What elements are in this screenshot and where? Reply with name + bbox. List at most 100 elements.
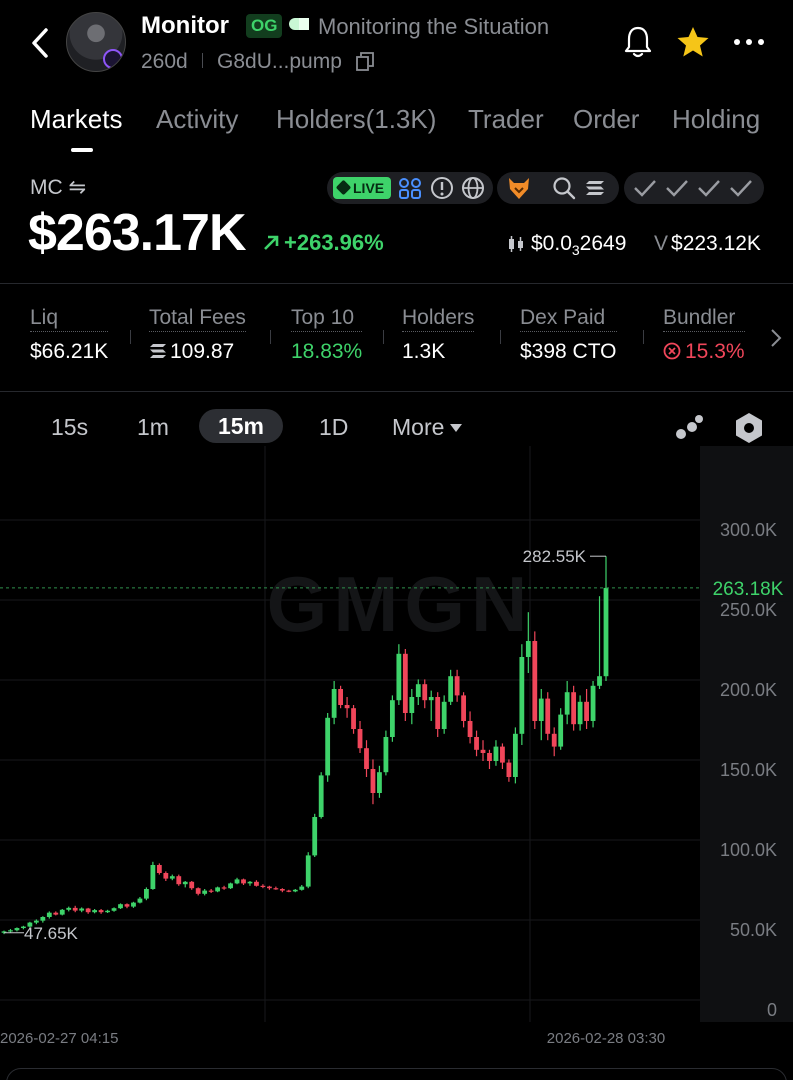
low-marker-label: 47.65K [24, 924, 79, 943]
candle-body [545, 698, 551, 734]
candle-body [66, 907, 72, 910]
token-avatar[interactable] [66, 12, 126, 72]
candle-body [234, 879, 240, 884]
more-dots-icon[interactable] [733, 38, 765, 46]
candle-body [402, 653, 408, 713]
indicators-icon[interactable] [674, 414, 706, 442]
tab-holders[interactable]: Holders(1.3K) [276, 104, 436, 135]
candle-body [299, 886, 305, 890]
stat-top-10[interactable]: Top 10 18.83% [291, 306, 363, 364]
globe-icon[interactable] [460, 175, 486, 201]
candle-body [338, 689, 344, 705]
bell-icon[interactable] [622, 25, 654, 59]
stat-dex-paid[interactable]: Dex Paid $398 CTO [520, 306, 617, 364]
grid-icon[interactable] [397, 175, 423, 201]
interval-15m[interactable]: 15m [199, 409, 283, 443]
candle-body [331, 689, 337, 718]
divider [0, 283, 793, 284]
back-arrow-icon[interactable] [26, 26, 56, 60]
candle-body [571, 692, 577, 725]
candle-body [98, 910, 104, 913]
candle-body [59, 909, 65, 915]
interval-1d[interactable]: 1D [319, 414, 348, 441]
stat-liquidity[interactable]: Liq $66.21K [30, 306, 109, 364]
candle-body [105, 910, 110, 913]
candle-body [40, 917, 46, 921]
interval-more[interactable]: More [392, 414, 463, 441]
candle-body [344, 705, 350, 709]
info-alert-icon[interactable] [429, 175, 455, 201]
stat-total-fees[interactable]: Total Fees 109.87 [149, 306, 246, 364]
stat-label: Top 10 [291, 306, 363, 332]
tab-activity[interactable]: Activity [156, 104, 238, 135]
settings-hexagon-icon[interactable] [734, 412, 764, 444]
y-axis-tick-label: 250.0K [720, 600, 777, 620]
candle-body [377, 772, 382, 793]
active-tab-indicator [71, 148, 93, 152]
candle-body [603, 587, 609, 677]
tab-holding[interactable]: Holding [672, 104, 760, 135]
tab-trader[interactable]: Trader [468, 104, 544, 135]
candle-body [519, 657, 525, 734]
candle-body [286, 890, 292, 892]
search-icon[interactable] [551, 175, 577, 201]
candle-body [564, 692, 570, 715]
stat-holders[interactable]: Holders 1.3K [402, 306, 475, 364]
tab-markets[interactable]: Markets [30, 104, 122, 135]
candle-body [493, 746, 499, 761]
tab-order[interactable]: Order [573, 104, 639, 135]
stat-value: $398 CTO [520, 340, 617, 363]
arrow-up-right-icon [264, 235, 279, 250]
candle-body [266, 886, 272, 889]
stat-bundler[interactable]: Bundler 15.3% [663, 306, 745, 364]
candle-body [131, 902, 136, 907]
stat-divider [270, 330, 271, 344]
candle-body [254, 881, 259, 886]
candle-body [525, 641, 531, 657]
market-cap-change: +263.96% [262, 230, 384, 256]
candle-body [480, 749, 486, 753]
y-axis-tick-label: 200.0K [720, 680, 777, 700]
bottom-panel-edge [6, 1068, 787, 1080]
token-tagline: Monitoring the Situation [318, 14, 550, 39]
candle-body [558, 714, 564, 747]
stat-label: Total Fees [149, 306, 246, 332]
candle-body [79, 908, 85, 911]
candle-body [111, 908, 117, 911]
candle-body [260, 885, 266, 887]
candle-body [454, 676, 460, 696]
total-fees-value: 109.87 [170, 340, 235, 363]
chevron-right-icon[interactable] [770, 328, 782, 348]
solana-icon[interactable] [582, 175, 608, 201]
token-age: 260d [141, 50, 188, 73]
check-icon [634, 180, 656, 197]
candle-body [448, 676, 454, 702]
price-prefix: $0.0 [531, 232, 572, 255]
watermark-text: GMGN [267, 560, 534, 648]
contract-address[interactable]: G8dU...pump [217, 50, 342, 74]
y-axis-tick-label: 100.0K [720, 840, 777, 860]
market-cap-label[interactable]: MC ⇋ [30, 175, 86, 200]
candle-body [551, 733, 557, 747]
x-axis-tick-label: 2026-02-28 03:30 [547, 1030, 665, 1047]
candle-body [85, 908, 91, 913]
interval-15s[interactable]: 15s [51, 414, 88, 441]
stat-divider [130, 330, 131, 344]
token-name: Monitor [141, 12, 229, 39]
candle-body [228, 883, 233, 889]
fox-icon[interactable] [506, 175, 532, 201]
candle-body [14, 928, 20, 931]
y-axis-tick-label: 150.0K [720, 760, 777, 780]
candlestick-chart[interactable]: GMGN 300.0K 250.0K 200.0K 150.0K 100.0K 50.0K 0… [0, 446, 793, 1080]
copy-icon[interactable] [356, 52, 374, 71]
candle-body [512, 733, 518, 777]
caret-down-icon [450, 424, 463, 432]
y-axis-tick-label: 50.0K [730, 920, 777, 940]
candle-body [195, 888, 201, 894]
stat-value: 18.83% [291, 340, 363, 363]
candle-body [396, 653, 402, 701]
check-icon [666, 180, 688, 197]
star-icon[interactable] [676, 26, 710, 58]
token-price: $0.032649 [507, 232, 626, 258]
interval-1m[interactable]: 1m [137, 414, 169, 441]
